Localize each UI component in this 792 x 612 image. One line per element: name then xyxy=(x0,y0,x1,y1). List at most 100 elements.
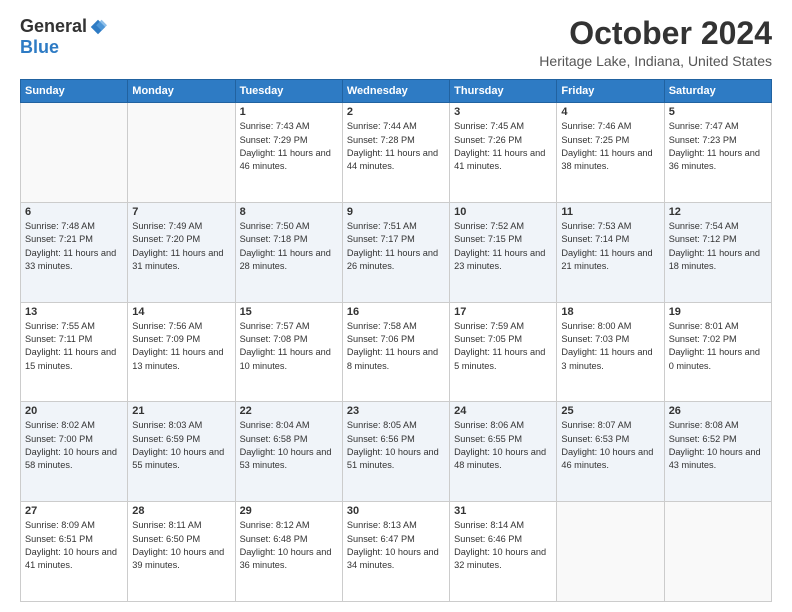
logo-blue-text: Blue xyxy=(20,37,59,58)
day-info: Sunrise: 7:54 AMSunset: 7:12 PMDaylight:… xyxy=(669,220,767,273)
day-number: 31 xyxy=(454,505,552,517)
table-row: 5Sunrise: 7:47 AMSunset: 7:23 PMDaylight… xyxy=(664,103,771,203)
day-info: Sunrise: 7:52 AMSunset: 7:15 PMDaylight:… xyxy=(454,220,552,273)
day-number: 14 xyxy=(132,306,230,318)
logo-general-text: General xyxy=(20,16,87,37)
day-number: 28 xyxy=(132,505,230,517)
table-row: 27Sunrise: 8:09 AMSunset: 6:51 PMDayligh… xyxy=(21,502,128,602)
table-row: 4 Sunrise: 7:46 AMSunset: 7:25 PMDaylight… xyxy=(557,103,664,203)
col-friday: Friday xyxy=(557,80,664,103)
table-row: 29 Sunrise: 8:12 AMSunset: 6:48 PMDayligh… xyxy=(235,502,342,602)
day-number: 21 xyxy=(132,405,230,417)
day-info: Sunrise: 8:13 AMSunset: 6:47 PMDaylight:… xyxy=(347,519,445,572)
table-row: 2 Sunrise: 7:44 AMSunset: 7:28 PMDaylight… xyxy=(342,103,449,203)
table-row: 23 Sunrise: 8:05 AMSunset: 6:56 PMDayligh… xyxy=(342,402,449,502)
header: General Blue October 2024 Heritage Lake,… xyxy=(20,16,772,69)
day-info: Sunrise: 8:09 AMSunset: 6:51 PMDaylight:… xyxy=(25,519,123,572)
table-row: 19 Sunrise: 8:01 AMSunset: 7:02 PMDayligh… xyxy=(664,302,771,402)
day-number: 16 xyxy=(347,306,445,318)
day-info: Sunrise: 7:53 AMSunset: 7:14 PMDaylight:… xyxy=(561,220,659,273)
table-row: 10Sunrise: 7:52 AMSunset: 7:15 PMDayligh… xyxy=(450,202,557,302)
day-info: Sunrise: 7:58 AMSunset: 7:06 PMDaylight:… xyxy=(347,320,445,373)
day-info: Sunrise: 7:44 AMSunset: 7:28 PMDaylight:… xyxy=(347,120,445,173)
day-number: 26 xyxy=(669,405,767,417)
day-number: 25 xyxy=(561,405,659,417)
location: Heritage Lake, Indiana, United States xyxy=(539,53,772,69)
table-row: 25 Sunrise: 8:07 AMSunset: 6:53 PMDayligh… xyxy=(557,402,664,502)
table-row: 16 Sunrise: 7:58 AMSunset: 7:06 PMDayligh… xyxy=(342,302,449,402)
col-saturday: Saturday xyxy=(664,80,771,103)
day-info: Sunrise: 7:57 AMSunset: 7:08 PMDaylight:… xyxy=(240,320,338,373)
day-info: Sunrise: 7:56 AMSunset: 7:09 PMDaylight:… xyxy=(132,320,230,373)
day-number: 6 xyxy=(25,206,123,218)
day-number: 7 xyxy=(132,206,230,218)
calendar-week-row: 1 Sunrise: 7:43 AMSunset: 7:29 PMDaylight… xyxy=(21,103,772,203)
day-number: 24 xyxy=(454,405,552,417)
day-number: 23 xyxy=(347,405,445,417)
table-row: 24 Sunrise: 8:06 AMSunset: 6:55 PMDayligh… xyxy=(450,402,557,502)
table-row: 8Sunrise: 7:50 AMSunset: 7:18 PMDaylight… xyxy=(235,202,342,302)
day-info: Sunrise: 8:08 AMSunset: 6:52 PMDaylight:… xyxy=(669,419,767,472)
day-info: Sunrise: 7:45 AMSunset: 7:26 PMDaylight:… xyxy=(454,120,552,173)
col-sunday: Sunday xyxy=(21,80,128,103)
day-info: Sunrise: 8:00 AMSunset: 7:03 PMDaylight:… xyxy=(561,320,659,373)
day-info: Sunrise: 8:05 AMSunset: 6:56 PMDaylight:… xyxy=(347,419,445,472)
day-number: 2 xyxy=(347,106,445,118)
day-number: 11 xyxy=(561,206,659,218)
day-info: Sunrise: 8:11 AMSunset: 6:50 PMDaylight:… xyxy=(132,519,230,572)
table-row: 17 Sunrise: 7:59 AMSunset: 7:05 PMDayligh… xyxy=(450,302,557,402)
calendar-header-row: Sunday Monday Tuesday Wednesday Thursday… xyxy=(21,80,772,103)
day-number: 29 xyxy=(240,505,338,517)
table-row: 14 Sunrise: 7:56 AMSunset: 7:09 PMDayligh… xyxy=(128,302,235,402)
day-info: Sunrise: 8:14 AMSunset: 6:46 PMDaylight:… xyxy=(454,519,552,572)
calendar-week-row: 6 Sunrise: 7:48 AMSunset: 7:21 PMDaylight… xyxy=(21,202,772,302)
table-row: 7 Sunrise: 7:49 AMSunset: 7:20 PMDaylight… xyxy=(128,202,235,302)
day-number: 5 xyxy=(669,106,767,118)
table-row: 1 Sunrise: 7:43 AMSunset: 7:29 PMDaylight… xyxy=(235,103,342,203)
day-info: Sunrise: 8:01 AMSunset: 7:02 PMDaylight:… xyxy=(669,320,767,373)
day-info: Sunrise: 8:04 AMSunset: 6:58 PMDaylight:… xyxy=(240,419,338,472)
table-row: 30 Sunrise: 8:13 AMSunset: 6:47 PMDayligh… xyxy=(342,502,449,602)
day-info: Sunrise: 8:12 AMSunset: 6:48 PMDaylight:… xyxy=(240,519,338,572)
title-block: October 2024 Heritage Lake, Indiana, Uni… xyxy=(539,16,772,69)
table-row: 18 Sunrise: 8:00 AMSunset: 7:03 PMDayligh… xyxy=(557,302,664,402)
table-row: 6 Sunrise: 7:48 AMSunset: 7:21 PMDaylight… xyxy=(21,202,128,302)
calendar-week-row: 20 Sunrise: 8:02 AMSunset: 7:00 PMDayligh… xyxy=(21,402,772,502)
day-info: Sunrise: 7:59 AMSunset: 7:05 PMDaylight:… xyxy=(454,320,552,373)
day-number: 3 xyxy=(454,106,552,118)
day-number: 1 xyxy=(240,106,338,118)
table-row: 13Sunrise: 7:55 AMSunset: 7:11 PMDayligh… xyxy=(21,302,128,402)
table-row xyxy=(664,502,771,602)
day-number: 20 xyxy=(25,405,123,417)
table-row: 20 Sunrise: 8:02 AMSunset: 7:00 PMDayligh… xyxy=(21,402,128,502)
page: General Blue October 2024 Heritage Lake,… xyxy=(0,0,792,612)
table-row: 31 Sunrise: 8:14 AMSunset: 6:46 PMDayligh… xyxy=(450,502,557,602)
col-tuesday: Tuesday xyxy=(235,80,342,103)
day-number: 17 xyxy=(454,306,552,318)
table-row: 28 Sunrise: 8:11 AMSunset: 6:50 PMDayligh… xyxy=(128,502,235,602)
table-row xyxy=(128,103,235,203)
day-info: Sunrise: 8:02 AMSunset: 7:00 PMDaylight:… xyxy=(25,419,123,472)
calendar-week-row: 27Sunrise: 8:09 AMSunset: 6:51 PMDayligh… xyxy=(21,502,772,602)
logo-icon xyxy=(89,18,107,36)
day-number: 15 xyxy=(240,306,338,318)
day-info: Sunrise: 7:48 AMSunset: 7:21 PMDaylight:… xyxy=(25,220,123,273)
day-info: Sunrise: 7:46 AMSunset: 7:25 PMDaylight:… xyxy=(561,120,659,173)
day-info: Sunrise: 8:07 AMSunset: 6:53 PMDaylight:… xyxy=(561,419,659,472)
day-info: Sunrise: 7:49 AMSunset: 7:20 PMDaylight:… xyxy=(132,220,230,273)
col-thursday: Thursday xyxy=(450,80,557,103)
day-number: 4 xyxy=(561,106,659,118)
day-number: 30 xyxy=(347,505,445,517)
table-row: 12 Sunrise: 7:54 AMSunset: 7:12 PMDayligh… xyxy=(664,202,771,302)
col-monday: Monday xyxy=(128,80,235,103)
table-row: 3 Sunrise: 7:45 AMSunset: 7:26 PMDaylight… xyxy=(450,103,557,203)
day-number: 18 xyxy=(561,306,659,318)
day-number: 9 xyxy=(347,206,445,218)
day-number: 12 xyxy=(669,206,767,218)
day-number: 22 xyxy=(240,405,338,417)
day-info: Sunrise: 7:43 AMSunset: 7:29 PMDaylight:… xyxy=(240,120,338,173)
day-info: Sunrise: 8:06 AMSunset: 6:55 PMDaylight:… xyxy=(454,419,552,472)
day-info: Sunrise: 8:03 AMSunset: 6:59 PMDaylight:… xyxy=(132,419,230,472)
day-number: 19 xyxy=(669,306,767,318)
calendar-week-row: 13Sunrise: 7:55 AMSunset: 7:11 PMDayligh… xyxy=(21,302,772,402)
